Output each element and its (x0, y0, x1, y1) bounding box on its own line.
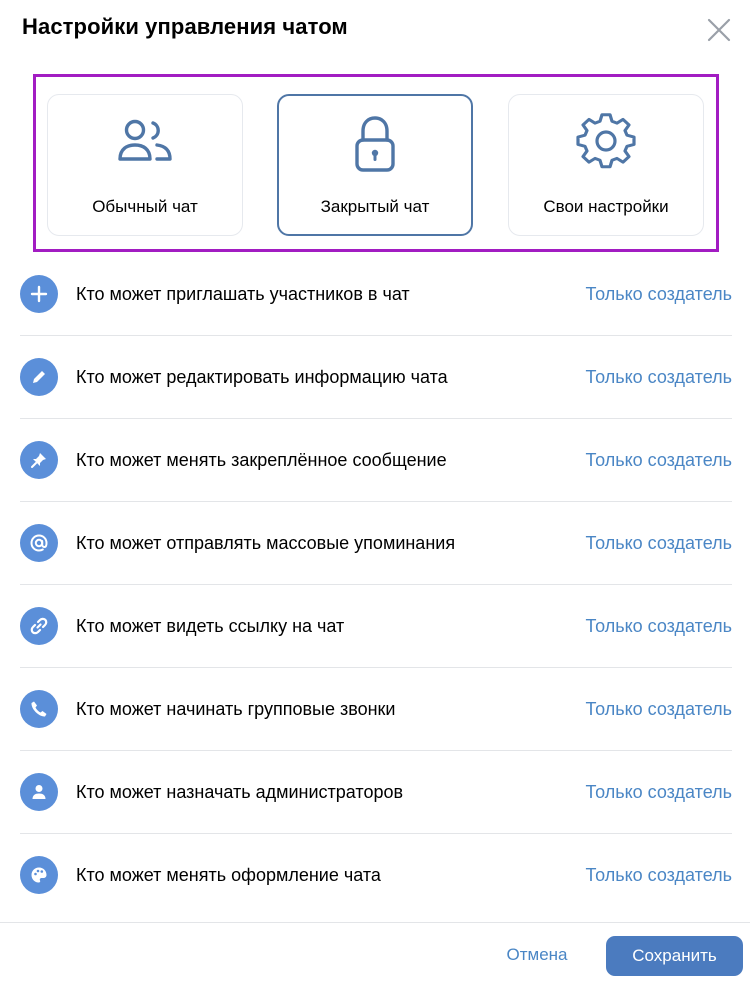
mode-card-closed[interactable]: Закрытый чат (277, 94, 473, 236)
setting-row-admins[interactable]: Кто может назначать администраторов Толь… (0, 751, 750, 834)
save-button[interactable]: Сохранить (606, 936, 743, 976)
setting-label: Кто может редактировать информацию чата (76, 367, 448, 387)
cancel-button[interactable]: Отмена (495, 935, 579, 975)
palette-icon (31, 867, 47, 883)
setting-row-link[interactable]: Кто может видеть ссылку на чат Только со… (0, 585, 750, 668)
setting-label: Кто может отправлять массовые упоминания (76, 533, 456, 553)
link-icon (30, 617, 48, 635)
close-button[interactable] (704, 15, 734, 45)
setting-row-edit-info[interactable]: Кто может редактировать информацию чата … (0, 336, 750, 419)
setting-value-link[interactable]: Только создатель (586, 450, 733, 471)
setting-value-link[interactable]: Только создатель (586, 533, 733, 554)
setting-value-link[interactable]: Только создатель (586, 782, 733, 803)
mode-card-regular[interactable]: Обычный чат (47, 94, 243, 236)
setting-value-link[interactable]: Только создатель (586, 699, 733, 720)
setting-value-link[interactable]: Только создатель (586, 284, 733, 305)
at-icon (30, 534, 48, 552)
plus-icon (30, 285, 48, 303)
lock-icon (355, 116, 395, 172)
pencil-icon (33, 371, 45, 383)
setting-row-mentions[interactable]: Кто может отправлять массовые упоминания… (0, 502, 750, 585)
setting-label: Кто может менять оформление чата (76, 865, 381, 885)
close-icon (707, 18, 731, 42)
setting-label: Кто может приглашать участников в чат (76, 284, 410, 304)
setting-label: Кто может менять закреплённое сообщение (76, 450, 447, 470)
gear-icon (576, 113, 636, 169)
setting-label: Кто может видеть ссылку на чат (76, 616, 345, 636)
phone-icon (31, 701, 47, 717)
person-icon (32, 785, 46, 799)
setting-value-link[interactable]: Только создатель (586, 865, 733, 886)
setting-value-link[interactable]: Только создатель (586, 367, 733, 388)
dialog-header: Настройки управления чатом (0, 0, 750, 60)
setting-label: Кто может назначать администраторов (76, 782, 404, 802)
mode-label: Свои настройки (543, 197, 669, 216)
users-icon (118, 119, 172, 161)
setting-label: Кто может начинать групповые звонки (76, 699, 396, 719)
footer-divider (0, 922, 750, 923)
setting-row-invite[interactable]: Кто может приглашать участников в чат То… (0, 253, 750, 336)
setting-row-calls[interactable]: Кто может начинать групповые звонки Толь… (0, 668, 750, 751)
mode-label: Обычный чат (92, 197, 198, 216)
mode-label: Закрытый чат (320, 197, 430, 216)
setting-row-appearance[interactable]: Кто может менять оформление чата Только … (0, 834, 750, 917)
setting-row-pinned[interactable]: Кто может менять закреплённое сообщение … (0, 419, 750, 502)
mode-card-custom[interactable]: Свои настройки (508, 94, 704, 236)
setting-value-link[interactable]: Только создатель (586, 616, 733, 637)
dialog-title: Настройки управления чатом (22, 14, 348, 39)
pin-icon (31, 453, 46, 468)
